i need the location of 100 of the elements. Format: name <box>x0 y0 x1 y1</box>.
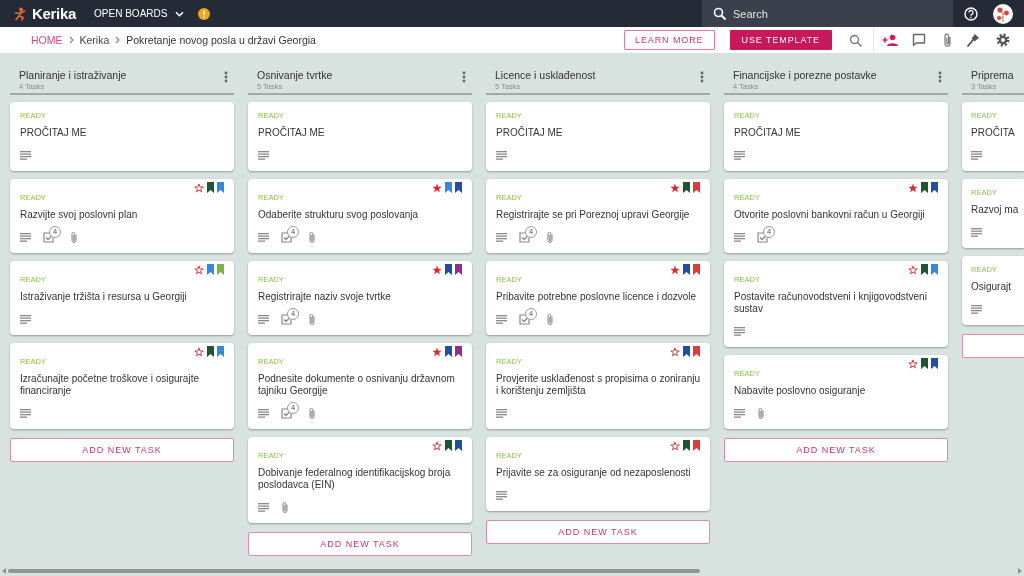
use-template-button[interactable]: USE TEMPLATE <box>729 30 832 50</box>
text-lines-icon <box>971 227 982 237</box>
scrollbar-thumb[interactable] <box>8 569 700 573</box>
app-name[interactable]: Kerika <box>32 5 77 22</box>
text-lines-icon <box>734 150 745 160</box>
paperclip-icon <box>281 500 289 514</box>
star-outline-icon[interactable] <box>194 264 204 275</box>
checklist-icon <box>519 313 530 325</box>
chevron-icon <box>115 36 121 44</box>
paperclip-icon[interactable] <box>943 33 952 47</box>
more-icon[interactable] <box>462 71 466 83</box>
star-outline-icon[interactable] <box>432 440 442 451</box>
text-lines-icon <box>258 232 269 242</box>
paperclip-icon <box>757 406 765 420</box>
task-title: PROČITAJ ME <box>734 127 802 139</box>
column-title: Financijske i porezne postavke <box>733 69 878 82</box>
filled-star-icon[interactable] <box>432 264 442 275</box>
alert-icon[interactable] <box>198 7 211 20</box>
task-title: Izračunajte početne troškove i osigurajte financiranje <box>20 373 200 397</box>
text-lines-icon <box>258 314 269 324</box>
checklist-icon <box>757 231 768 243</box>
task-title: Nabavite poslovno osiguranje <box>734 385 867 397</box>
search-field[interactable]: Search <box>702 0 953 27</box>
text-lines-icon <box>20 408 31 418</box>
task-title: PROČITA <box>971 127 1016 139</box>
text-lines-icon <box>258 150 269 160</box>
more-icon[interactable] <box>224 71 228 83</box>
column-title: Priprema <box>971 69 1015 82</box>
checklist-icon <box>281 231 292 243</box>
text-lines-icon <box>20 150 31 160</box>
column-title: Planiranje i istraživanje <box>19 69 128 82</box>
task-title: Provjerite usklađenost s propisima o zoniranju i korištenju zemljišta <box>496 373 700 397</box>
caret-icon <box>175 10 185 17</box>
filled-star-icon[interactable] <box>670 182 680 193</box>
paperclip-icon <box>308 406 316 420</box>
task-title: Osigurajt <box>971 281 1012 293</box>
column-title: Licence i usklađenost <box>495 69 597 82</box>
filled-star-icon[interactable] <box>908 182 918 193</box>
add-task-button[interactable] <box>962 334 1024 358</box>
star-outline-icon[interactable] <box>194 346 204 357</box>
task-title: Postavite računovodstveni i knjigovodstveni sustav <box>734 291 928 315</box>
text-lines-icon <box>734 232 745 242</box>
more-icon[interactable] <box>700 71 704 83</box>
task-title: Razvoj ma <box>971 204 1020 216</box>
text-lines-icon <box>496 150 507 160</box>
column-title: Osnivanje tvrtke <box>257 69 334 82</box>
task-title: Odaberite strukturu svog poslovanja <box>258 209 420 221</box>
checklist-icon <box>519 231 530 243</box>
figure-logo-icon[interactable] <box>14 6 26 21</box>
task-title: Registrirajte naziv svoje tvrtke <box>258 291 392 303</box>
left-arrow-icon[interactable] <box>2 568 6 574</box>
filled-star-icon[interactable] <box>432 346 442 357</box>
paperclip-icon <box>308 230 316 244</box>
open-boards-menu[interactable]: OPEN BOARDS <box>94 8 185 19</box>
paperclip-icon <box>308 312 316 326</box>
task-title: PROČITAJ ME <box>496 127 564 139</box>
search-icon[interactable] <box>849 33 862 47</box>
filled-star-icon[interactable] <box>432 182 442 193</box>
star-outline-icon[interactable] <box>670 440 680 451</box>
filled-star-icon[interactable] <box>670 264 680 275</box>
task-title: Dobivanje federalnog identifikacijskog broja poslodavca (EIN) <box>258 467 452 491</box>
text-lines-icon <box>971 304 982 314</box>
text-lines-icon <box>496 232 507 242</box>
checklist-icon <box>281 407 292 419</box>
task-title: Pribavite potrebne poslovne licence i dozvole <box>496 291 698 303</box>
settings-icon[interactable] <box>996 33 1010 47</box>
breadcrumb-link[interactable]: Kerika <box>79 34 110 46</box>
star-outline-icon[interactable] <box>194 182 204 193</box>
text-lines-icon <box>258 502 269 512</box>
add-task-button[interactable]: ADD NEW TASK <box>724 438 948 462</box>
text-lines-icon <box>971 150 982 160</box>
task-title: Prijavite se za osiguranje od nezaposlenosti <box>496 467 692 479</box>
task-title: Razvijte svoj poslovni plan <box>20 209 139 221</box>
text-lines-icon <box>258 408 269 418</box>
paperclip-icon <box>546 230 554 244</box>
task-title: Registrirajte se pri Poreznoj upravi Georgije <box>496 209 691 221</box>
add-task-button[interactable]: ADD NEW TASK <box>486 520 710 544</box>
add-task-button[interactable]: ADD NEW TASK <box>248 532 472 556</box>
avatar-icon[interactable] <box>993 3 1013 24</box>
checklist-icon <box>43 231 54 243</box>
text-lines-icon <box>20 232 31 242</box>
more-icon[interactable] <box>938 71 942 83</box>
pen-icon[interactable] <box>966 33 980 47</box>
add-task-button[interactable]: ADD NEW TASK <box>10 438 234 462</box>
star-outline-icon[interactable] <box>908 264 918 275</box>
text-lines-icon <box>496 490 507 500</box>
task-title: Podnesite dokumente o osnivanju državnom tajniku Georgije <box>258 373 456 397</box>
paperclip-icon <box>70 230 78 244</box>
right-arrow-icon[interactable] <box>1018 568 1022 574</box>
learn-more-button[interactable]: LEARN MORE <box>624 30 715 50</box>
task-title: PROČITAJ ME <box>258 127 326 139</box>
task-title: Istraživanje tržišta i resursa u Georgiji <box>20 291 188 303</box>
chevron-icon <box>68 36 74 44</box>
add-person-icon[interactable] <box>882 34 898 46</box>
text-lines-icon <box>734 326 745 336</box>
help-icon[interactable] <box>964 6 978 21</box>
comment-icon[interactable] <box>912 33 926 47</box>
home-link[interactable]: HOME <box>31 34 63 46</box>
star-outline-icon[interactable] <box>908 358 918 369</box>
star-outline-icon[interactable] <box>670 346 680 357</box>
